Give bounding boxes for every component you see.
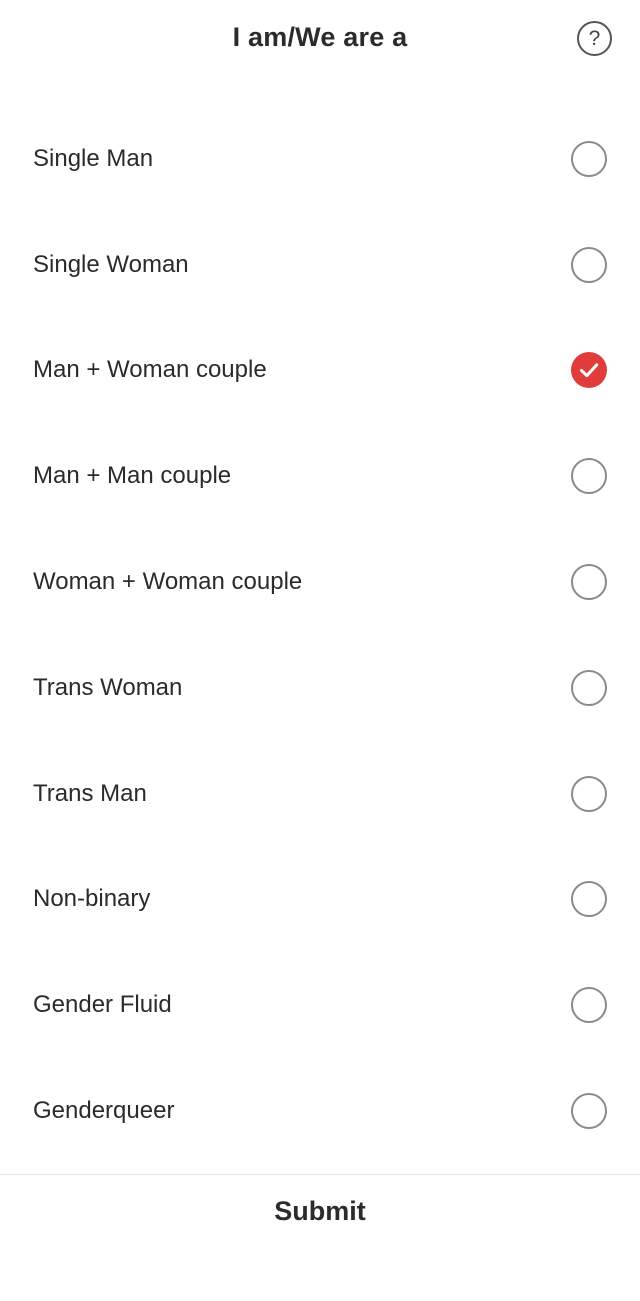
radio-unchecked-icon[interactable]	[571, 775, 607, 812]
header: I am/We are a ?	[0, 0, 640, 76]
option-label: Woman + Woman couple	[33, 568, 303, 596]
question-mark-icon: ?	[588, 26, 601, 50]
help-button[interactable]: ?	[577, 21, 612, 56]
option-label: Gender Fluid	[33, 991, 172, 1019]
option-label: Genderqueer	[33, 1097, 175, 1125]
option-row[interactable]: Man + Man couple	[0, 423, 640, 529]
option-label: Trans Man	[33, 779, 147, 807]
radio-unchecked-icon[interactable]	[571, 246, 607, 283]
radio-unchecked-icon[interactable]	[571, 564, 607, 601]
option-label: Man + Woman couple	[33, 356, 267, 384]
option-row[interactable]: Non-binary	[0, 847, 640, 953]
radio-unchecked-icon[interactable]	[571, 458, 607, 495]
option-label: Non-binary	[33, 885, 151, 913]
radio-unchecked-icon[interactable]	[571, 881, 607, 918]
option-label: Man + Man couple	[33, 462, 232, 490]
submit-button[interactable]: Submit	[0, 1175, 640, 1247]
radio-unchecked-icon[interactable]	[571, 140, 607, 177]
radio-unchecked-icon[interactable]	[571, 1093, 607, 1130]
option-row[interactable]: Single Man	[0, 106, 640, 212]
option-label: Trans Woman	[33, 673, 183, 701]
option-row[interactable]: Genderqueer	[0, 1058, 640, 1164]
option-row[interactable]: Gender Fluid	[0, 952, 640, 1058]
option-row[interactable]: Trans Man	[0, 741, 640, 847]
option-label: Single Woman	[33, 250, 189, 278]
radio-checked-icon[interactable]	[571, 352, 607, 389]
option-row[interactable]: Trans Woman	[0, 635, 640, 741]
option-row[interactable]: Woman + Woman couple	[0, 529, 640, 635]
option-row[interactable]: Single Woman	[0, 212, 640, 318]
identity-selection-screen: I am/We are a ? Single Man Single Woman …	[0, 0, 640, 1301]
radio-unchecked-icon[interactable]	[571, 987, 607, 1024]
option-row[interactable]: Man + Woman couple	[0, 318, 640, 424]
radio-unchecked-icon[interactable]	[571, 669, 607, 706]
checkmark-icon	[580, 363, 599, 378]
options-list: Single Man Single Woman Man + Woman coup…	[0, 106, 640, 1164]
page-title: I am/We are a	[232, 22, 408, 52]
option-label: Single Man	[33, 144, 154, 172]
